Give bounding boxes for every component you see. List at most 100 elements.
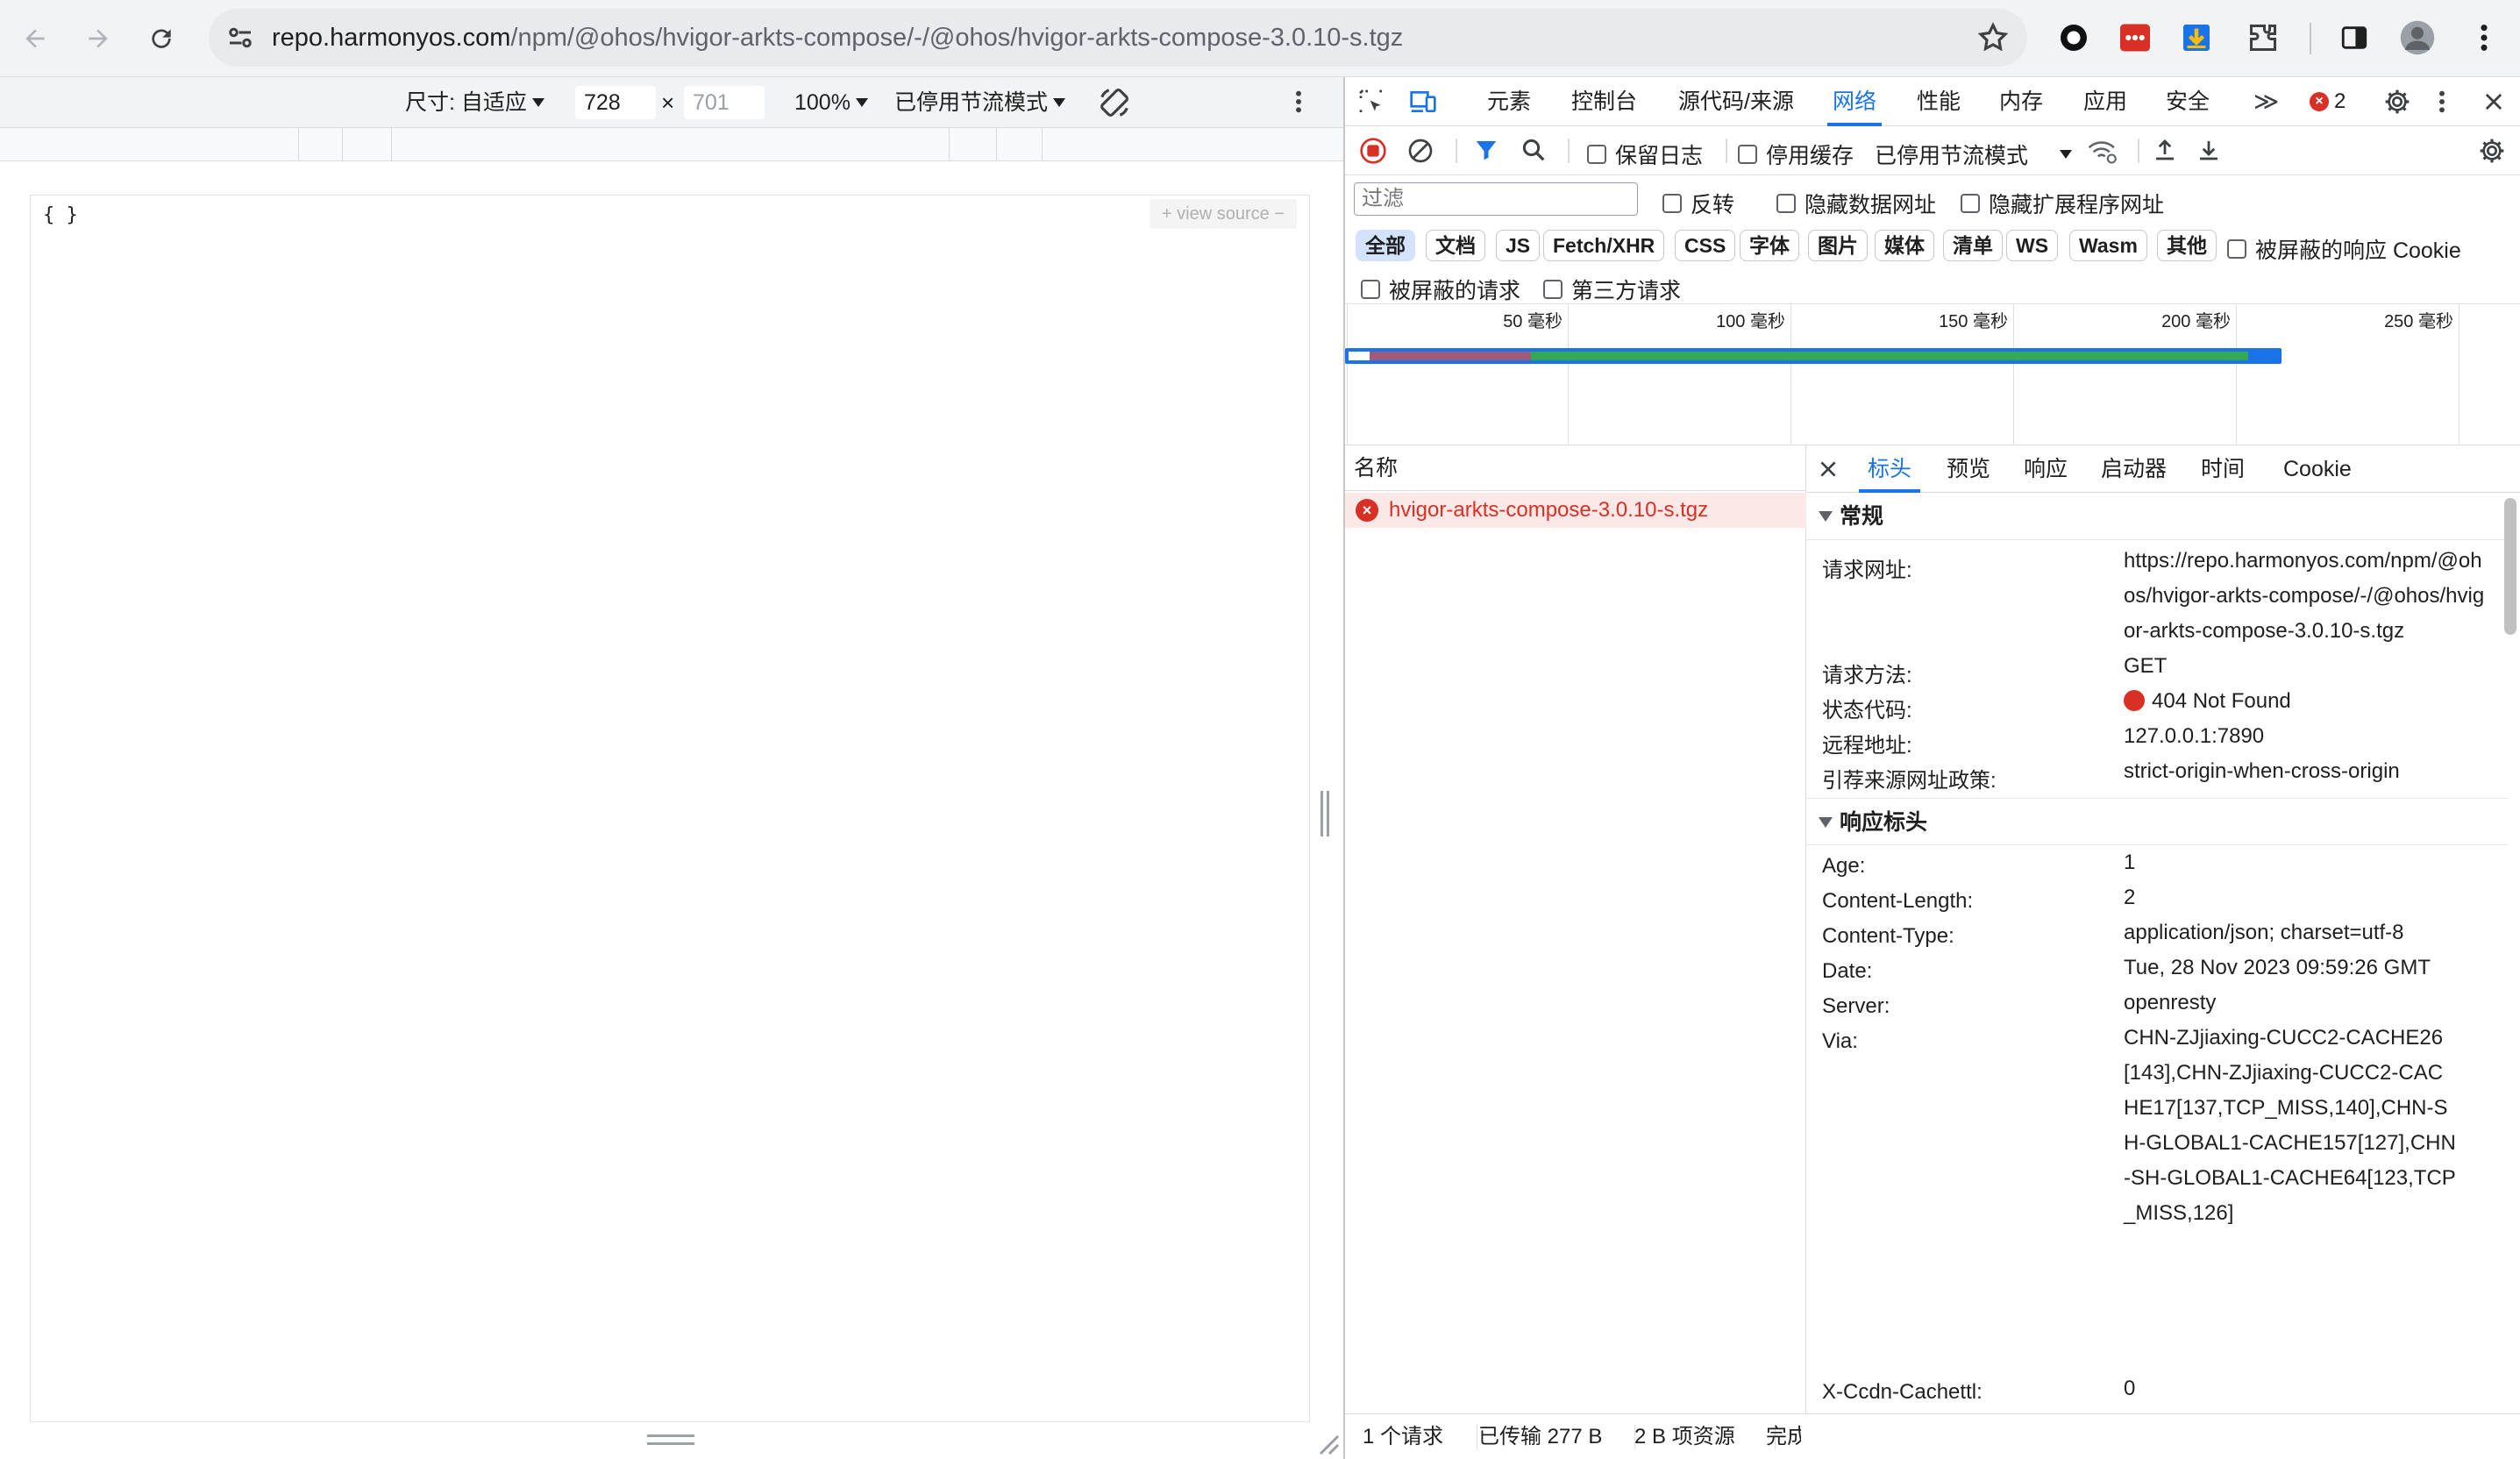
forward-button[interactable] (75, 16, 121, 61)
bookmark-star-icon[interactable] (1976, 21, 2010, 54)
type-doc-chip[interactable]: 文档 (1426, 230, 1485, 261)
response-headers-section-header[interactable]: 响应标头 (1806, 798, 2508, 845)
type-wasm-chip[interactable]: Wasm (2069, 230, 2147, 261)
type-img-chip[interactable]: 图片 (1808, 230, 1868, 261)
general-section-header[interactable]: 常规 (1806, 493, 2508, 540)
tab-performance[interactable]: 性能 (1917, 77, 1961, 126)
disable-cache-checkbox[interactable]: 停用缓存 (1738, 139, 1854, 170)
timeline-label: 250 毫秒 (2384, 312, 2453, 331)
tab-preview[interactable]: 预览 (1947, 445, 1990, 493)
extension-circle-icon[interactable] (2055, 19, 2092, 56)
tab-memory[interactable]: 内存 (1999, 77, 2043, 126)
type-ws-chip[interactable]: WS (2006, 230, 2059, 261)
devtools-settings-button[interactable] (2383, 88, 2411, 116)
tab-response[interactable]: 响应 (2024, 445, 2068, 493)
hide-data-urls-checkbox[interactable]: 隐藏数据网址 (1776, 188, 1936, 219)
checkbox-box[interactable] (1961, 194, 1980, 213)
resize-handle-bottom[interactable] (647, 1434, 694, 1445)
error-count[interactable]: 2 (2334, 77, 2346, 126)
device-throttle-dropdown[interactable]: 已停用节流模式 (894, 77, 1066, 128)
network-throttle-dropdown[interactable]: 已停用节流模式 (1875, 139, 2073, 170)
tab-elements[interactable]: 元素 (1487, 77, 1531, 126)
rotate-button[interactable] (1098, 86, 1131, 119)
third-party-checkbox[interactable]: 第三方请求 (1543, 274, 1681, 305)
type-font-chip[interactable]: 字体 (1740, 230, 1799, 261)
extension-red-icon[interactable] (2117, 19, 2153, 56)
type-all-chip[interactable]: 全部 (1356, 230, 1415, 261)
zoom-dropdown[interactable]: 100% (794, 77, 868, 128)
extensions-puzzle-icon[interactable] (2245, 19, 2282, 56)
tab-initiator[interactable]: 启动器 (2101, 445, 2167, 493)
inspect-element-button[interactable] (1357, 88, 1385, 116)
search-button[interactable] (1520, 137, 1547, 163)
extension-download-icon[interactable] (2178, 19, 2215, 56)
checkbox-box[interactable] (1662, 194, 1682, 213)
type-js-chip[interactable]: JS (1496, 230, 1541, 261)
type-manifest-chip[interactable]: 清单 (1943, 230, 2003, 261)
close-devtools-button[interactable] (2481, 89, 2506, 114)
device-size-dropdown[interactable]: 尺寸: 自适应 (405, 77, 545, 128)
device-height-input[interactable]: 701 (684, 86, 765, 119)
checkbox-box[interactable] (2227, 239, 2246, 259)
type-media-chip[interactable]: 媒体 (1875, 230, 1934, 261)
record-button[interactable] (1359, 137, 1387, 165)
back-button[interactable] (12, 16, 58, 61)
more-tabs-button[interactable]: ≫ (2253, 77, 2279, 126)
type-css-chip[interactable]: CSS (1675, 230, 1736, 261)
clear-button[interactable] (1406, 137, 1434, 165)
blocked-requests-checkbox[interactable]: 被屏蔽的请求 (1361, 274, 1520, 305)
browser-menu-icon[interactable] (2466, 19, 2502, 56)
name-column-header[interactable]: 名称 (1345, 445, 1806, 491)
header-key: 远程地址: (1822, 734, 1912, 758)
checkbox-box[interactable] (1587, 145, 1606, 164)
device-width-input[interactable]: 728 (575, 86, 656, 119)
headers-scrollbar[interactable] (2504, 498, 2516, 635)
side-panel-icon[interactable] (2336, 19, 2373, 56)
avatar[interactable] (2399, 19, 2436, 56)
hide-extension-urls-label: 隐藏扩展程序网址 (1989, 193, 2165, 217)
tab-sources[interactable]: 源代码/来源 (1678, 77, 1794, 126)
checkbox-box[interactable] (1776, 194, 1796, 213)
checkbox-box[interactable] (1361, 280, 1380, 299)
resize-handle-corner[interactable] (1315, 1431, 1340, 1455)
dimension-separator: × (661, 89, 675, 116)
preserve-log-label: 保留日志 (1615, 144, 1704, 168)
tab-cookies[interactable]: Cookie (2283, 445, 2352, 493)
checkbox-box[interactable] (1543, 280, 1563, 299)
tab-security[interactable]: 安全 (2166, 77, 2210, 126)
type-fetch-chip[interactable]: Fetch/XHR (1543, 230, 1665, 261)
preserve-log-checkbox[interactable]: 保留日志 (1587, 139, 1703, 170)
type-other-chip[interactable]: 其他 (2157, 230, 2217, 261)
invert-checkbox[interactable]: 反转 (1662, 188, 1734, 219)
filter-toggle-button[interactable] (1473, 137, 1499, 163)
request-row[interactable]: × hvigor-arkts-compose-3.0.10-s.tgz (1345, 493, 1806, 528)
checkbox-box[interactable] (1738, 145, 1757, 164)
hide-extension-urls-checkbox[interactable]: 隐藏扩展程序网址 (1961, 188, 2164, 219)
export-har-button[interactable] (2196, 137, 2222, 163)
tab-application[interactable]: 应用 (2083, 77, 2127, 126)
view-source-button[interactable]: + view source − (1149, 199, 1297, 229)
blocked-cookies-checkbox[interactable]: 被屏蔽的响应 Cookie (2227, 233, 2461, 265)
resize-handle-right[interactable] (1321, 791, 1329, 836)
tab-headers[interactable]: 标头 (1859, 445, 1921, 493)
network-settings-button[interactable] (2478, 137, 2506, 165)
network-conditions-button[interactable] (2087, 137, 2118, 165)
timeline-bar-queue (1349, 352, 1370, 360)
close-detail-button[interactable] (1817, 458, 1840, 480)
site-settings-icon[interactable] (224, 22, 256, 53)
devtools-menu-button[interactable] (2438, 88, 2446, 116)
filter-input[interactable] (1354, 182, 1638, 216)
reload-button[interactable] (139, 16, 184, 61)
device-toolbar-more-button[interactable] (1294, 88, 1303, 116)
address-bar[interactable]: repo.harmonyos.com/npm/@ohos/hvigor-arkt… (209, 9, 2027, 67)
reload-icon (152, 29, 171, 48)
device-toggle-button[interactable] (1408, 88, 1438, 116)
timeline-bar-download (1531, 352, 2248, 360)
tab-console[interactable]: 控制台 (1571, 77, 1637, 126)
import-har-button[interactable] (2152, 137, 2178, 163)
error-icon[interactable]: × (2310, 92, 2329, 111)
arrow-right-icon (89, 29, 108, 48)
network-overview-timeline[interactable]: 50 毫秒 100 毫秒 150 毫秒 200 毫秒 250 毫秒 (1345, 303, 2520, 446)
tab-network[interactable]: 网络 (1827, 77, 1883, 126)
tab-timing[interactable]: 时间 (2201, 445, 2245, 493)
